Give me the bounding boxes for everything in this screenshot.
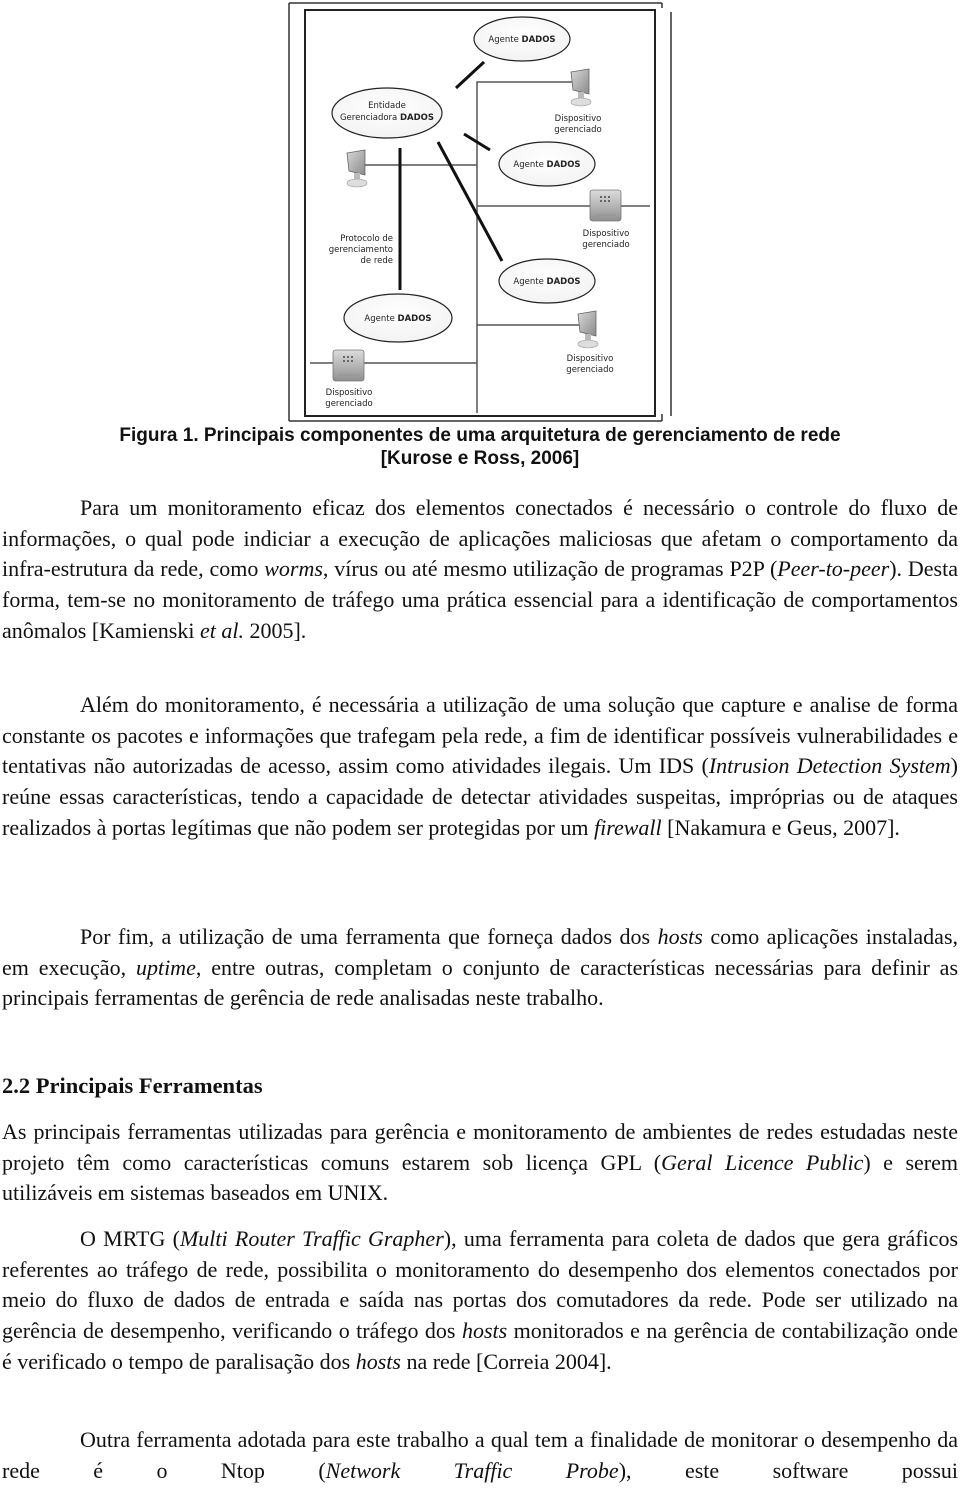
protocol-label: Protocolo de gerenciamento de rede — [329, 234, 393, 266]
svg-text:Dispositivo: Dispositivo — [567, 354, 614, 364]
svg-text:Dispositivo: Dispositivo — [555, 114, 602, 124]
managed-device-unlabeled — [346, 149, 368, 188]
router-icon — [589, 189, 622, 222]
monitor-icon — [577, 310, 599, 349]
svg-text:gerenciado: gerenciado — [582, 240, 629, 250]
svg-text:Agente DADOS: Agente DADOS — [488, 35, 555, 45]
svg-text:Agente DADOS: Agente DADOS — [364, 314, 431, 324]
paragraph-1: Para um monitoramento eficaz dos element… — [2, 495, 958, 643]
agent-node-middle: Agente DADOS — [498, 141, 596, 187]
paragraph-2: Além do monitoramento, é necessária a ut… — [2, 692, 958, 840]
agent-node-top: Agente DADOS — [473, 16, 571, 62]
caption-line-1: Figura 1. Principais componentes de uma … — [119, 425, 841, 446]
managed-device-3: Dispositivo gerenciado — [566, 310, 614, 375]
svg-text:gerenciado: gerenciado — [566, 365, 613, 375]
router-icon — [332, 349, 365, 382]
figure-1: Agente DADOS Entidade Gerenciadora DADOS… — [0, 0, 960, 425]
manager-entity-node: Entidade Gerenciadora DADOS — [331, 87, 443, 139]
network-management-diagram: Agente DADOS Entidade Gerenciadora DADOS… — [288, 2, 672, 422]
monitor-icon — [346, 149, 368, 188]
svg-text:Gerenciadora DADOS: Gerenciadora DADOS — [340, 113, 434, 123]
svg-text:gerenciado: gerenciado — [554, 125, 601, 135]
svg-text:Agente DADOS: Agente DADOS — [513, 277, 580, 287]
svg-text:Protocolo de: Protocolo de — [340, 234, 393, 244]
managed-device-1: Dispositivo gerenciado — [554, 68, 602, 135]
caption-line-2: [Kurose e Ross, 2006] — [380, 448, 580, 469]
paragraph-3: Por fim, a utilização de uma ferramenta … — [2, 924, 959, 1011]
svg-text:gerenciado: gerenciado — [325, 399, 372, 409]
managed-device-2: Dispositivo gerenciado — [582, 189, 630, 250]
svg-text:gerenciamento: gerenciamento — [329, 245, 393, 255]
agent-node-left-lower: Agente DADOS — [343, 293, 453, 343]
svg-text:Agente DADOS: Agente DADOS — [513, 160, 580, 170]
svg-text:Dispositivo: Dispositivo — [326, 388, 373, 398]
svg-text:Dispositivo: Dispositivo — [583, 229, 630, 239]
section-heading: 2.2 Principais Ferramentas — [2, 1073, 263, 1098]
monitor-icon — [570, 68, 592, 107]
figure-caption: Figura 1. Principais componentes de uma … — [0, 424, 960, 470]
svg-text:de rede: de rede — [361, 256, 394, 266]
paragraph-4: As principais ferramentas utilizadas par… — [2, 1119, 958, 1206]
paragraph-6: Outra ferramenta adotada para este traba… — [2, 1427, 958, 1483]
svg-text:Entidade: Entidade — [368, 101, 406, 111]
paragraph-5: O MRTG (Multi Router Traffic Grapher), u… — [2, 1226, 959, 1374]
agent-node-right-lower: Agente DADOS — [498, 258, 596, 304]
managed-device-4: Dispositivo gerenciado — [325, 349, 373, 409]
